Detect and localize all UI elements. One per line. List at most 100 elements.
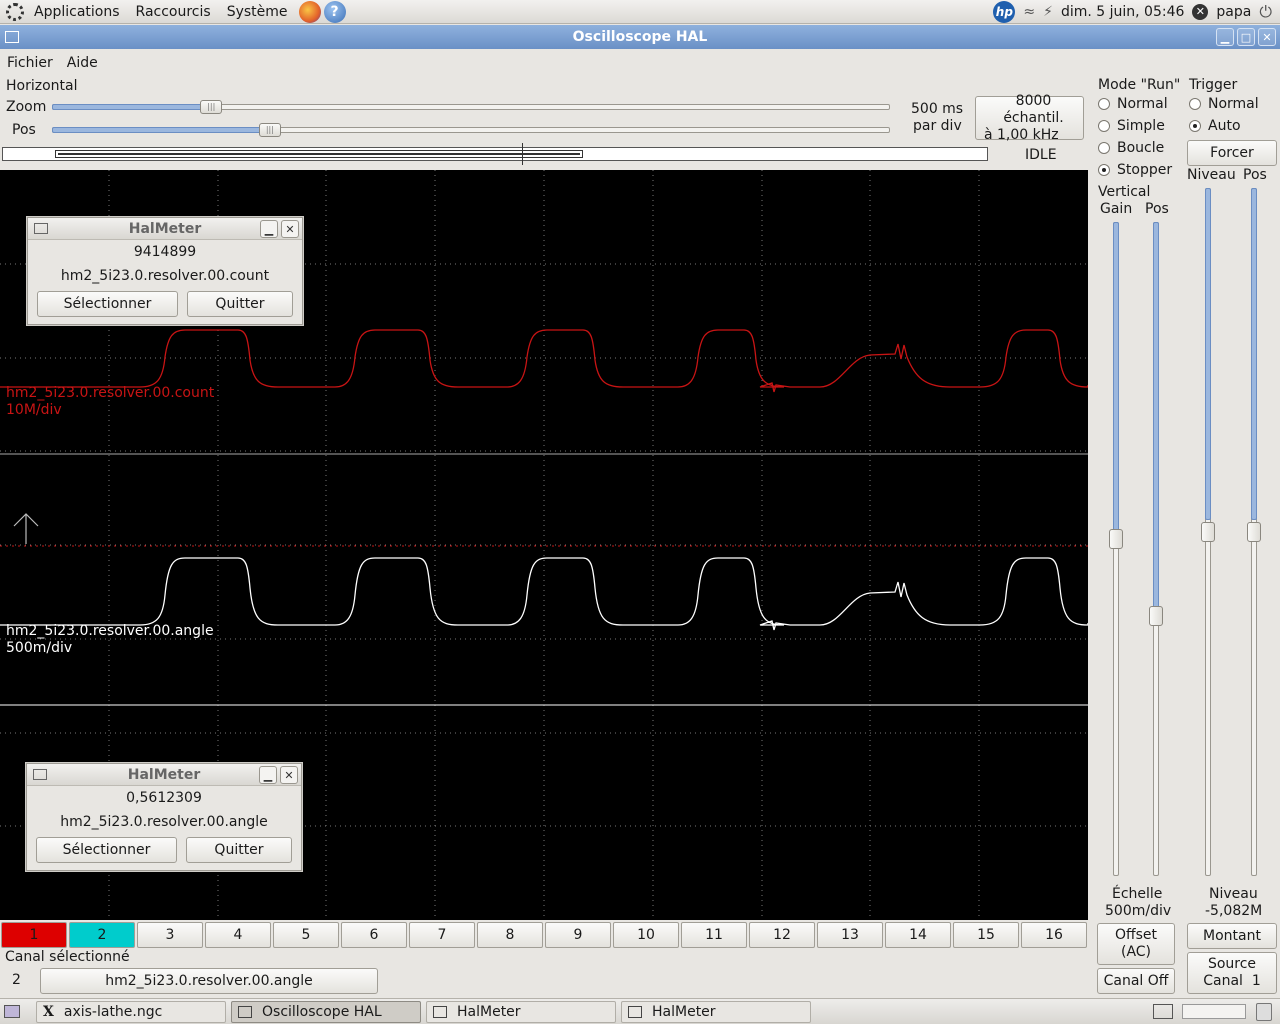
vertical-pos-slider[interactable]: [1153, 222, 1159, 876]
channel-button-14[interactable]: 14: [885, 922, 951, 948]
radio-icon: [1189, 98, 1201, 110]
zoom-slider-handle[interactable]: |||: [200, 100, 223, 114]
channel-button-10[interactable]: 10: [613, 922, 679, 948]
window-menu-icon[interactable]: [34, 223, 48, 234]
maximize-icon[interactable]: □: [1237, 28, 1255, 46]
trigger-pos-slider-handle[interactable]: [1247, 522, 1261, 542]
trigger-level-slider-handle[interactable]: [1201, 522, 1215, 542]
channel-button-15[interactable]: 15: [953, 922, 1019, 948]
firefox-launcher-icon[interactable]: [298, 0, 321, 23]
trigger-level-label: Niveau: [1187, 167, 1236, 183]
scale-value: 500m/div: [1105, 903, 1172, 919]
power-plug-icon[interactable]: ⚡: [1043, 4, 1053, 20]
trace-count-label: hm2_5i23.0.resolver.00.count 10M/div: [6, 385, 214, 419]
channel-button-12[interactable]: 12: [749, 922, 815, 948]
halmeter-quit-button[interactable]: Quitter: [187, 291, 293, 317]
shutdown-icon[interactable]: ⏻: [1259, 2, 1272, 22]
vertical-pos-slider-handle[interactable]: [1149, 606, 1163, 626]
halmeter-titlebar[interactable]: HalMeter ▁ ✕: [28, 218, 302, 240]
channel-button-6[interactable]: 6: [341, 922, 407, 948]
halmeter-quit-button[interactable]: Quitter: [186, 837, 292, 863]
halmeter-titlebar[interactable]: HalMeter ▁ ✕: [27, 764, 301, 786]
gain-slider-handle[interactable]: [1109, 529, 1123, 549]
channel-button-4[interactable]: 4: [205, 922, 271, 948]
task-axis-lathe[interactable]: Xaxis-lathe.ngc: [36, 1001, 226, 1023]
force-trigger-button[interactable]: Forcer: [1187, 140, 1277, 166]
run-mode-stop[interactable]: Stopper: [1098, 162, 1172, 178]
channel-button-7[interactable]: 7: [409, 922, 475, 948]
channel-button-16[interactable]: 16: [1021, 922, 1087, 948]
window-menu-icon[interactable]: [5, 31, 19, 43]
offset-button[interactable]: Offset (AC): [1097, 923, 1175, 965]
close-icon[interactable]: ✕: [1258, 28, 1276, 46]
trigger-level-slider-fill: [1205, 188, 1211, 520]
user-name[interactable]: papa: [1216, 4, 1251, 20]
run-mode-title: Mode "Run": [1098, 77, 1181, 93]
places-menu[interactable]: Raccourcis: [128, 4, 219, 20]
position-slider-handle[interactable]: |||: [258, 123, 281, 137]
halmeter-select-button[interactable]: Sélectionner: [36, 837, 177, 863]
applications-menu[interactable]: Applications: [26, 4, 128, 20]
window-menu-icon[interactable]: [33, 769, 47, 780]
task-oscilloscope[interactable]: Oscilloscope HAL: [231, 1001, 421, 1023]
position-slider[interactable]: [52, 127, 890, 133]
radio-icon: [1098, 120, 1110, 132]
workspace-2-icon[interactable]: [1182, 1004, 1246, 1019]
channel-button-2[interactable]: 2: [69, 922, 135, 948]
channel-button-1[interactable]: 1: [1, 922, 67, 948]
halmeter-value: 9414899: [133, 244, 197, 260]
wifi-icon[interactable]: ≈: [1023, 4, 1035, 20]
zoom-slider[interactable]: [52, 104, 890, 110]
show-desktop-icon[interactable]: [4, 1005, 20, 1018]
trigger-position-marker: [522, 143, 523, 165]
time-per-div-unit: par div: [913, 118, 962, 134]
channel-selector: 1 2 3 4 5 6 7 8 9 10 11 12 13 14 15 16: [0, 922, 1090, 950]
window-titlebar[interactable]: Oscilloscope HAL ▁ □ ✕: [0, 25, 1280, 49]
channel-button-9[interactable]: 9: [545, 922, 611, 948]
trigger-source-channel: Canal 1: [1203, 973, 1261, 989]
trigger-level-caption: Niveau: [1209, 886, 1258, 902]
run-mode-loop[interactable]: Boucle: [1098, 140, 1164, 156]
workspace-switcher-icon[interactable]: [1153, 1004, 1173, 1019]
trash-icon[interactable]: [1256, 1003, 1272, 1021]
run-mode-single[interactable]: Simple: [1098, 118, 1165, 134]
run-mode-normal[interactable]: Normal: [1098, 96, 1168, 112]
menu-file[interactable]: Fichier: [0, 55, 60, 71]
scale-caption: Échelle: [1112, 886, 1163, 902]
close-icon[interactable]: ✕: [281, 220, 299, 238]
trigger-edge-button[interactable]: Montant: [1187, 923, 1277, 949]
sample-rate-button[interactable]: 8000 échantil. à 1,00 kHz: [975, 93, 1084, 143]
hp-icon[interactable]: hp: [993, 0, 1016, 23]
trigger-pos-slider-fill: [1251, 188, 1257, 520]
channel-button-11[interactable]: 11: [681, 922, 747, 948]
task-label: HalMeter: [652, 1004, 716, 1020]
halmeter-title: HalMeter: [128, 220, 202, 237]
task-halmeter-2[interactable]: HalMeter: [621, 1001, 811, 1023]
minimize-icon[interactable]: ▁: [259, 766, 277, 784]
trigger-auto[interactable]: Auto: [1189, 118, 1241, 134]
channel-button-13[interactable]: 13: [817, 922, 883, 948]
help-launcher-icon[interactable]: ?: [323, 0, 346, 23]
channel-off-button[interactable]: Canal Off: [1097, 968, 1175, 994]
channel-button-8[interactable]: 8: [477, 922, 543, 948]
vertical-pos-label: Pos: [1145, 201, 1169, 217]
gnome-foot-icon[interactable]: [6, 2, 24, 21]
halmeter-select-button[interactable]: Sélectionner: [37, 291, 178, 317]
user-status-icon[interactable]: ✕: [1192, 3, 1209, 20]
gain-slider[interactable]: [1113, 222, 1119, 876]
zoom-label: Zoom: [6, 99, 47, 115]
close-icon[interactable]: ✕: [280, 766, 298, 784]
minimize-icon[interactable]: ▁: [1216, 28, 1234, 46]
task-halmeter-1[interactable]: HalMeter: [426, 1001, 616, 1023]
selected-channel-pin-button[interactable]: hm2_5i23.0.resolver.00.angle: [40, 968, 378, 994]
minimize-icon[interactable]: ▁: [260, 220, 278, 238]
channel-button-3[interactable]: 3: [137, 922, 203, 948]
clock[interactable]: dim. 5 juin, 05:46: [1061, 4, 1184, 20]
trigger-source-button[interactable]: Source Canal 1: [1187, 952, 1277, 994]
menu-help[interactable]: Aide: [60, 55, 105, 71]
trace-angle-waveform: [0, 557, 1088, 631]
record-position-bar[interactable]: [2, 143, 988, 165]
system-menu[interactable]: Système: [219, 4, 296, 20]
channel-button-5[interactable]: 5: [273, 922, 339, 948]
trigger-normal[interactable]: Normal: [1189, 96, 1259, 112]
